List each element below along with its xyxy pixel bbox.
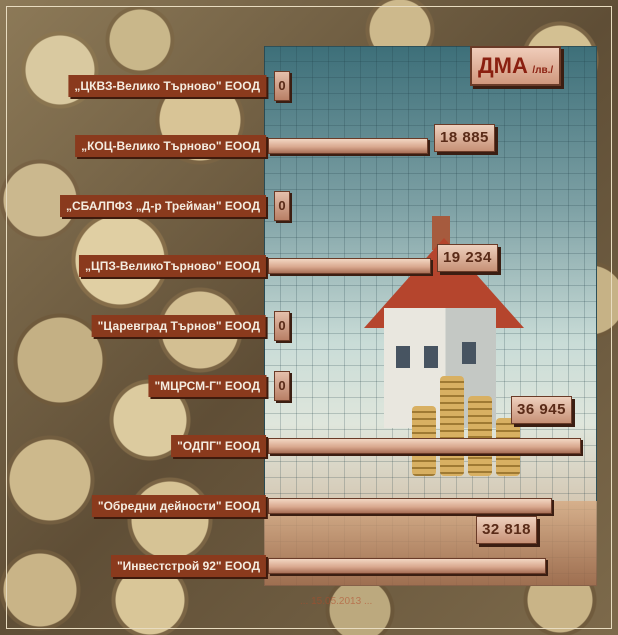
bar-value-label: 0 — [274, 191, 290, 221]
bar — [268, 438, 582, 454]
coin-stack — [468, 396, 492, 476]
bar-value-label: 0 — [274, 371, 290, 401]
category-label: „КОЦ-Велико Търново" ЕООД — [75, 135, 266, 157]
chart-title-unit: /лв./ — [532, 65, 554, 76]
bar — [268, 258, 431, 274]
category-label: "Инвестстрой 92" ЕООД — [110, 555, 266, 577]
chart-title: ДМА /лв./ — [470, 46, 562, 86]
category-label: „ЦКВЗ-Велико Търново" ЕООД — [68, 75, 266, 97]
category-label: "ОДПГ" ЕООД — [171, 435, 266, 457]
footer-note: ... 15.05.2013 ... — [300, 596, 373, 607]
house-window — [396, 346, 410, 368]
category-label: "Обредни дейности" ЕООД — [91, 495, 266, 517]
category-label: "МЦРСМ-Г" ЕООД — [148, 375, 266, 397]
bar — [268, 558, 547, 574]
bar-value-label: 18 885 — [434, 124, 495, 152]
category-label: „СБАЛПФЗ „Д-р Трейман" ЕООД — [60, 195, 266, 217]
bar — [268, 498, 552, 514]
bar-value-label: 0 — [274, 71, 290, 101]
bar-value-label: 32 818 — [476, 516, 537, 544]
bar-value-label: 36 945 — [511, 396, 572, 424]
bar-value-label: 19 234 — [436, 244, 498, 272]
house-window — [424, 346, 438, 368]
coin-stack — [440, 376, 464, 476]
category-label: "Царевград Търнов" ЕООД — [91, 315, 266, 337]
house-window — [462, 342, 476, 364]
category-label: „ЦПЗ-ВеликоТърново" ЕООД — [78, 255, 266, 277]
bar-value-label: 0 — [274, 311, 290, 341]
chart-title-text: ДМА — [478, 53, 528, 78]
bar — [268, 138, 429, 154]
